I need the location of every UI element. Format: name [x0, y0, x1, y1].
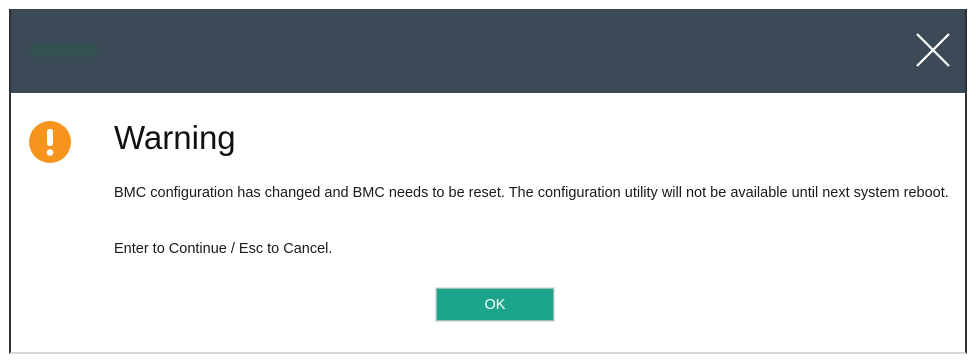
- dialog-instruction: Enter to Continue / Esc to Cancel.: [114, 241, 333, 257]
- exclamation-icon: [29, 121, 71, 163]
- dialog-message: BMC configuration has changed and BMC ne…: [114, 185, 949, 201]
- brand-logo: [31, 43, 97, 57]
- close-button[interactable]: [911, 28, 955, 72]
- close-icon: [916, 33, 950, 67]
- dialog-titlebar: [11, 9, 965, 93]
- dialog-content: Warning BMC configuration has changed an…: [11, 93, 965, 352]
- warning-dialog: Warning BMC configuration has changed an…: [9, 9, 967, 354]
- dialog-heading: Warning: [114, 119, 236, 156]
- ok-button[interactable]: OK: [436, 288, 554, 321]
